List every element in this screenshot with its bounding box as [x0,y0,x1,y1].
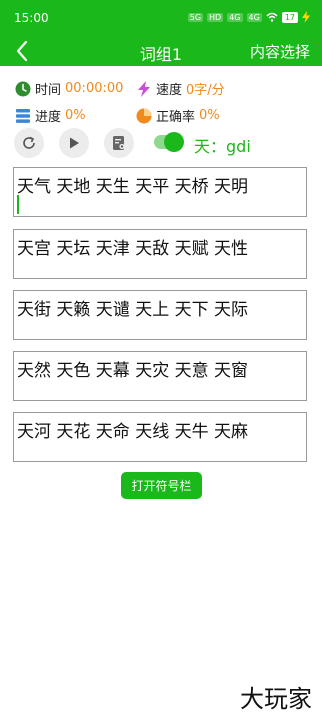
lightning-icon [138,80,150,97]
battery-indicator: 17 [281,11,298,23]
charging-icon [302,11,310,23]
hd-indicator: HD [207,12,224,22]
status-bar: 15:00 5G HD 4G 4G 17 [0,0,322,36]
word-group-text-2: 天宫 天坛 天津 天敌 天赋 天性 [17,239,249,259]
progress-stat: 进度 0% [15,106,86,125]
refresh-icon [23,136,35,149]
word-group-text-5: 天河 天花 天命 天线 天牛 天麻 [17,422,249,442]
app-bar: 词组1 内容选择 [0,36,322,66]
speed-stat: 速度 0字/分 [136,79,225,98]
time-label: 时间 [35,83,62,98]
word-group-box-2[interactable]: 天宫 天坛 天津 天敌 天赋 天性 [13,229,307,279]
signal-4g-indicator: 4G [227,12,243,22]
progress-label: 进度 [35,110,62,125]
word-group-box-1[interactable]: 天气 天地 天生 天平 天桥 天明 [13,167,307,217]
settings-doc-button[interactable] [104,128,134,158]
current-char-code: 天：gdi [194,137,251,156]
word-group-text-3: 天街 天籁 天谴 天上 天下 天际 [17,300,249,320]
signal-5g-indicator: 5G [187,12,204,22]
word-group-text-4: 天然 天色 天幕 天灾 天意 天窗 [17,361,249,381]
content-select-button[interactable]: 内容选择 [250,41,310,62]
toggle-knob [164,132,184,152]
word-group-box-4[interactable]: 天然 天色 天幕 天灾 天意 天窗 [13,351,307,401]
accuracy-value: 0% [199,108,220,123]
clock-icon [15,81,31,96]
speed-label: 速度 [156,83,183,98]
word-group-box-5[interactable]: 天河 天花 天命 天线 天牛 天麻 [13,412,307,462]
hint-toggle[interactable] [154,132,184,152]
text-cursor [17,195,19,214]
play-icon [70,137,79,149]
time-value: 00:00:00 [65,81,124,96]
word-group-text-1: 天气 天地 天生 天平 天桥 天明 [17,177,249,197]
progress-value: 0% [65,108,86,123]
play-button[interactable] [59,128,89,158]
pie-chart-icon [136,108,152,123]
status-time: 15:00 [14,11,49,25]
watermark-logo: 大玩家 [240,685,312,713]
open-symbol-bar-button[interactable]: 打开符号栏 [121,472,202,499]
restart-button[interactable] [14,128,44,158]
wifi-icon [266,12,278,22]
status-icons: 5G HD 4G 4G 17 [187,11,310,23]
accuracy-stat: 正确率 0% [136,106,220,125]
time-stat: 时间 00:00:00 [15,79,123,98]
progress-layers-icon [16,108,30,123]
word-group-box-3[interactable]: 天街 天籁 天谴 天上 天下 天际 [13,290,307,340]
document-settings-icon [113,136,125,150]
signal-4g-indicator-2: 4G [246,12,262,22]
accuracy-label: 正确率 [156,110,196,125]
speed-value: 0字/分 [186,83,225,98]
